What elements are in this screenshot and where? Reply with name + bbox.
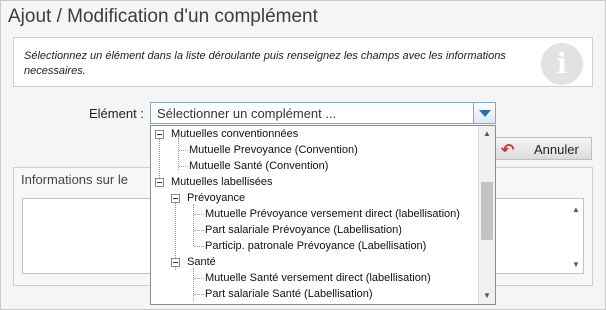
annuler-label: Annuler: [534, 142, 579, 157]
element-label: Elément :: [89, 106, 144, 121]
list-item[interactable]: Mutuelle Santé (Convention): [151, 158, 479, 174]
list-item[interactable]: Mutuelle Prevoyance (Convention): [151, 142, 479, 158]
tree-list: Mutuelles conventionnées Mutuelle Prevoy…: [151, 126, 479, 302]
scroll-up-icon[interactable]: ▲: [483, 129, 491, 138]
list-item[interactable]: Part salariale Prévoyance (Labellisation…: [151, 222, 479, 238]
collapse-icon[interactable]: [171, 194, 180, 203]
scroll-up-icon[interactable]: ▲: [572, 205, 580, 214]
page-title: Ajout / Modification d'un complément: [8, 6, 318, 27]
undo-arrow-icon: ↶: [501, 142, 515, 159]
list-item[interactable]: Part salariale Santé (Labellisation): [151, 286, 479, 302]
dialog-window: Ajout / Modification d'un complément Sél…: [0, 0, 606, 310]
collapse-icon[interactable]: [155, 130, 164, 139]
element-select[interactable]: Sélectionner un complément ...: [150, 102, 496, 124]
fieldset-legend: Informations sur le: [21, 172, 128, 187]
dropdown-list[interactable]: Mutuelles conventionnées Mutuelle Prevoy…: [150, 125, 496, 305]
list-item[interactable]: Mutuelles labellisées: [151, 174, 479, 190]
collapse-icon[interactable]: [171, 258, 180, 267]
collapse-icon[interactable]: [155, 178, 164, 187]
list-item[interactable]: Particip. patronale Prévoyance (Labellis…: [151, 238, 479, 254]
dropdown-scrollbar[interactable]: ▲ ▼: [478, 126, 495, 304]
list-item[interactable]: Mutuelle Prévoyance versement direct (la…: [151, 206, 479, 222]
annuler-button[interactable]: ↶ Annuler: [495, 137, 592, 160]
scroll-down-icon[interactable]: ▼: [572, 260, 580, 269]
textarea-scrollbar[interactable]: ▲ ▼: [568, 199, 583, 273]
list-item[interactable]: Santé: [151, 254, 479, 270]
list-item[interactable]: Mutuelles conventionnées: [151, 126, 479, 142]
info-box: Sélectionnez un élément dans la liste dé…: [13, 37, 593, 87]
list-item[interactable]: Prévoyance: [151, 190, 479, 206]
info-icon: i: [541, 43, 583, 85]
list-item[interactable]: Mutuelle Santé versement direct (labelli…: [151, 270, 479, 286]
select-value: Sélectionner un complément ...: [157, 106, 337, 121]
chevron-down-icon[interactable]: [473, 103, 495, 123]
scroll-down-icon[interactable]: ▼: [483, 291, 491, 300]
info-text: Sélectionnez un élément dans la liste dé…: [24, 50, 506, 77]
scrollbar-thumb[interactable]: [481, 182, 493, 240]
